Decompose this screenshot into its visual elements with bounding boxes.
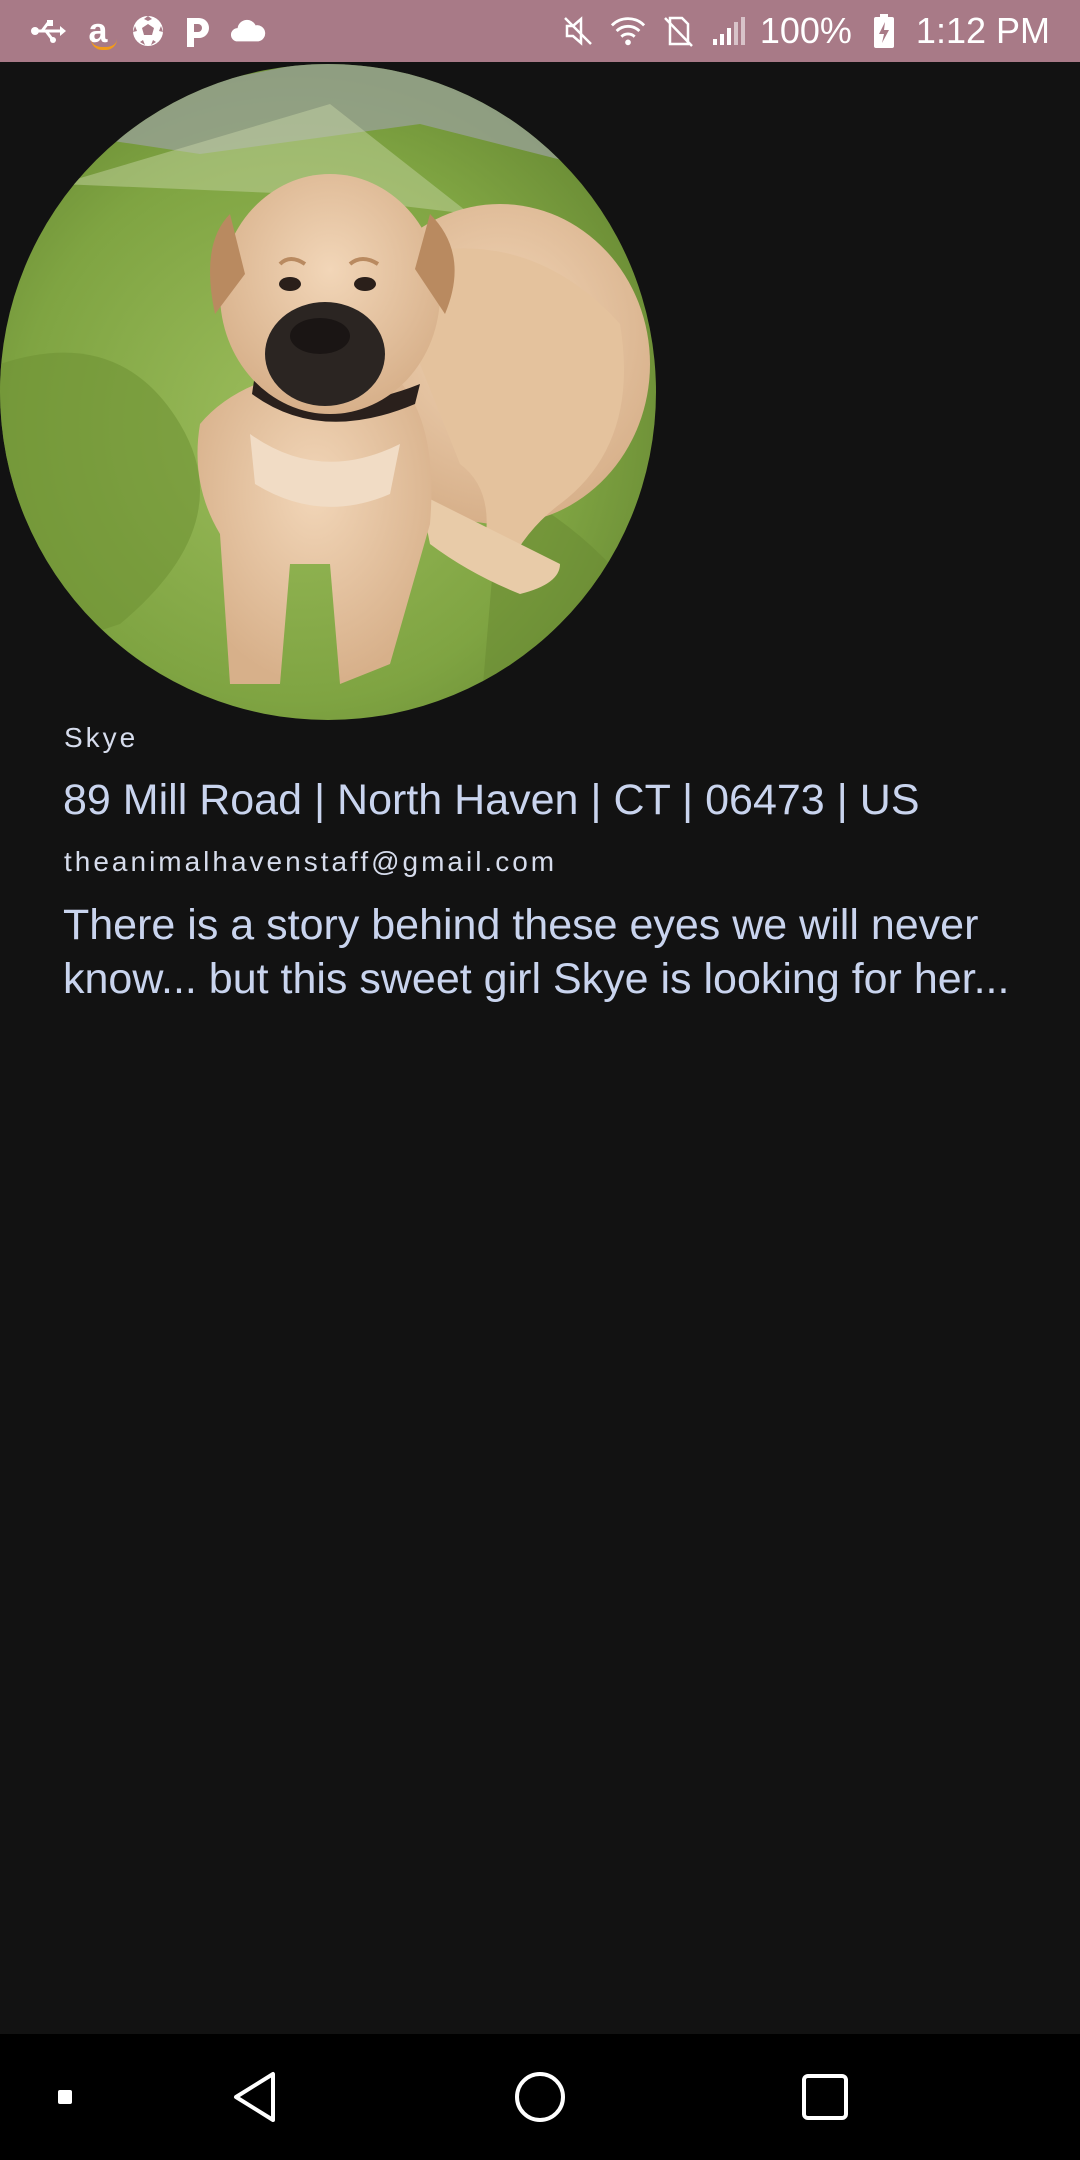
cloud-icon bbox=[230, 13, 266, 49]
back-icon[interactable] bbox=[215, 2034, 295, 2160]
pet-name: Skye bbox=[64, 722, 139, 753]
wifi-icon bbox=[610, 13, 646, 49]
clock: 1:12 PM bbox=[915, 10, 1050, 51]
soccer-ball-icon bbox=[130, 13, 166, 49]
recents-icon[interactable] bbox=[785, 2034, 865, 2160]
system-status: 100% 1:12 PM bbox=[560, 10, 1050, 52]
mute-icon bbox=[560, 13, 596, 49]
dog-photo bbox=[0, 64, 656, 720]
amazon-icon: a bbox=[80, 13, 117, 50]
usb-icon bbox=[30, 13, 66, 49]
dot-icon[interactable] bbox=[30, 2034, 100, 2160]
pet-email[interactable]: theanimalhavenstaff@gmail.com bbox=[64, 846, 557, 878]
no-sim-icon bbox=[660, 13, 696, 49]
pandora-icon bbox=[180, 13, 216, 49]
signal-icon bbox=[710, 13, 746, 49]
status-bar: a 100% 1:12 PM bbox=[0, 0, 1080, 62]
pet-detail-screen: Skye 89 Mill Road | North Haven | CT | 0… bbox=[0, 62, 1080, 2034]
home-icon[interactable] bbox=[500, 2034, 580, 2160]
battery-percentage: 100% bbox=[759, 10, 852, 51]
battery-charging-icon bbox=[866, 13, 902, 49]
navigation-bar bbox=[0, 2034, 1080, 2160]
notification-icons: a bbox=[30, 13, 266, 50]
pet-description: There is a story behind these eyes we wi… bbox=[63, 901, 1010, 1003]
pet-address[interactable]: 89 Mill Road | North Haven | CT | 06473 … bbox=[63, 776, 920, 825]
